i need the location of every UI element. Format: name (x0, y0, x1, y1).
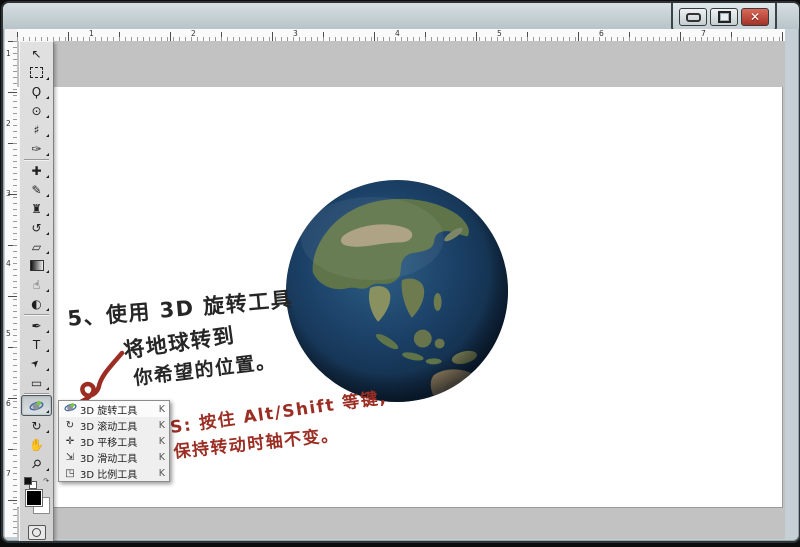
ruler-number: 3 (6, 189, 11, 198)
flyout-item-label: 3D 滚动工具 (80, 418, 137, 433)
color-swatches: ↷ (22, 477, 51, 515)
ruler-number: 5 (6, 329, 11, 338)
flyout-item-label: 3D 比例工具 (80, 466, 137, 481)
quick-selection-icon: ⊙ (31, 105, 41, 117)
eraser-icon: ▱ (32, 241, 41, 253)
flyout-item-label: 3D 滑动工具 (80, 450, 137, 465)
ruler-number: 2 (6, 119, 11, 128)
hand-icon: ✋ (29, 439, 44, 451)
3d-slide-icon: ⇲ (63, 452, 77, 463)
flyout-item-3d-pan-tool[interactable]: ✛ 3D 平移工具 K (59, 433, 169, 449)
move-tool[interactable]: ↖ (22, 44, 51, 63)
flyout-item-shortcut: K (159, 420, 165, 431)
zoom-icon: ⚲ (29, 456, 44, 471)
marquee-icon (30, 67, 43, 78)
3d-rotate-tool[interactable] (21, 395, 52, 416)
ruler-number: 6 (6, 399, 11, 408)
flyout-item-shortcut: K (159, 452, 165, 463)
zoom-tool[interactable]: ⚲ (22, 454, 51, 473)
close-button[interactable]: ✕ (741, 8, 769, 26)
lasso-tool[interactable]: Ϙ (22, 82, 51, 101)
smudge-icon: ☝ (33, 279, 40, 291)
path-selection-icon: ➤ (30, 357, 43, 370)
brush-tool[interactable]: ✎ (22, 180, 51, 199)
ruler-number: 1 (89, 29, 94, 38)
flyout-item-3d-scale-tool[interactable]: ◳ 3D 比例工具 K (59, 465, 169, 481)
quick-mask-icon (32, 528, 41, 537)
healing-brush-icon: ✚ (31, 165, 41, 177)
type-icon: T (33, 339, 40, 351)
3d-rotate-icon (29, 400, 44, 412)
gradient-tool[interactable] (22, 256, 51, 275)
history-brush-tool[interactable]: ↺ (22, 218, 51, 237)
earth-globe-3d-object[interactable] (283, 177, 511, 405)
quick-mask-button[interactable] (28, 525, 46, 540)
toolbar-separator (24, 159, 49, 160)
minimize-button[interactable] (679, 8, 707, 26)
ruler-number: 4 (395, 29, 400, 38)
3d-roll-icon: ↻ (63, 420, 77, 431)
foreground-color-swatch[interactable] (25, 489, 43, 507)
path-selection-tool[interactable]: ➤ (22, 354, 51, 373)
3d-rotate-icon (63, 402, 77, 416)
clone-stamp-tool[interactable]: ♜ (22, 199, 51, 218)
lasso-icon: Ϙ (32, 86, 41, 98)
quick-selection-tool[interactable]: ⊙ (22, 101, 51, 120)
rectangular-marquee-tool[interactable] (22, 63, 51, 82)
maximize-button[interactable] (710, 8, 738, 26)
annotation-step-line1: 5、使用 3D 旋转工具 (66, 283, 294, 333)
3d-orbit-icon: ↻ (31, 420, 41, 432)
toolbar-separator (24, 314, 49, 315)
ruler-number: 6 (599, 29, 604, 38)
screenshot-stage: ✕ 1 2 3 4 5 6 7 1 2 3 4 5 6 7 (0, 0, 800, 547)
maximize-icon (718, 11, 731, 23)
ruler-number: 2 (191, 29, 196, 38)
pen-icon: ✒ (31, 320, 41, 332)
photoshop-window: ✕ 1 2 3 4 5 6 7 1 2 3 4 5 6 7 (1, 1, 800, 543)
default-colors-icon[interactable] (24, 477, 32, 485)
flyout-item-label: 3D 旋转工具 (80, 402, 137, 417)
healing-brush-tool[interactable]: ✚ (22, 161, 51, 180)
type-tool[interactable]: T (22, 335, 51, 354)
swap-colors-icon[interactable]: ↷ (43, 477, 49, 485)
brush-icon: ✎ (31, 184, 41, 196)
eyedropper-icon: ✑ (31, 143, 41, 155)
ruler-number: 7 (701, 29, 706, 38)
ruler-number: 4 (6, 259, 11, 268)
flyout-item-3d-rotate-tool[interactable]: 3D 旋转工具 K (59, 401, 169, 417)
close-icon: ✕ (750, 11, 760, 23)
flyout-item-shortcut: K (159, 404, 165, 415)
3d-scale-icon: ◳ (63, 468, 77, 479)
crop-tool[interactable]: ♯ (22, 120, 51, 139)
flyout-item-3d-roll-tool[interactable]: ↻ 3D 滚动工具 K (59, 417, 169, 433)
pen-tool[interactable]: ✒ (22, 316, 51, 335)
3d-pan-icon: ✛ (63, 436, 77, 447)
shape-tool[interactable]: ▭ (22, 373, 51, 392)
history-brush-icon: ↺ (31, 222, 41, 234)
smudge-tool[interactable]: ☝ (22, 275, 51, 294)
flyout-item-shortcut: K (159, 436, 165, 447)
flyout-item-label: 3D 平移工具 (80, 434, 137, 449)
dodge-tool[interactable]: ◐ (22, 294, 51, 313)
ruler-number: 5 (497, 29, 502, 38)
dodge-icon: ◐ (31, 298, 41, 310)
flyout-item-shortcut: K (159, 468, 165, 479)
clone-stamp-icon: ♜ (31, 203, 42, 215)
flyout-item-3d-slide-tool[interactable]: ⇲ 3D 滑动工具 K (59, 449, 169, 465)
ruler-number: 3 (293, 29, 298, 38)
3d-orbit-tool[interactable]: ↻ (22, 416, 51, 435)
eyedropper-tool[interactable]: ✑ (22, 139, 51, 158)
3d-tools-flyout-menu: 3D 旋转工具 K ↻ 3D 滚动工具 K ✛ 3D 平移工具 K ⇲ 3D 滑… (58, 400, 170, 482)
ruler-number: 7 (6, 469, 11, 478)
eraser-tool[interactable]: ▱ (22, 237, 51, 256)
move-icon: ↖ (31, 48, 41, 60)
gradient-icon (30, 260, 44, 271)
shape-icon: ▭ (31, 377, 42, 389)
hand-tool[interactable]: ✋ (22, 435, 51, 454)
toolbar-separator (24, 393, 49, 394)
toolbar: ↖ Ϙ ⊙ ♯ ✑ ✚ ✎ ♜ ↺ ▱ ☝ ◐ ✒ T ➤ ▭ (19, 41, 54, 543)
crop-icon: ♯ (34, 124, 40, 136)
minimize-icon (686, 13, 701, 22)
ruler-number: 1 (6, 49, 11, 58)
